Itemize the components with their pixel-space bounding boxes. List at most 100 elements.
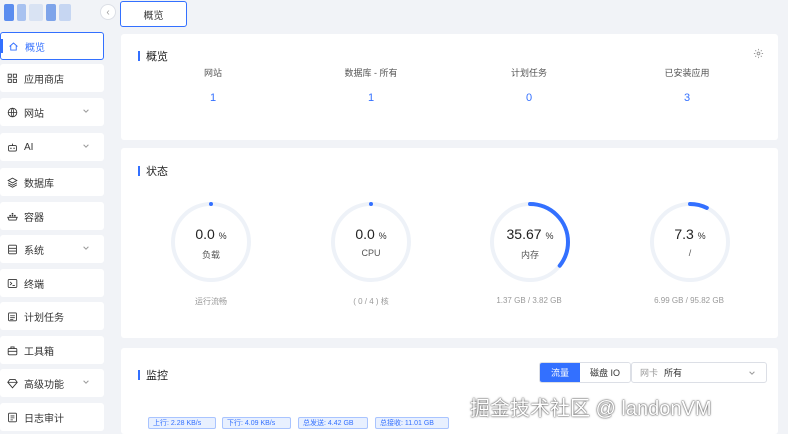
robot-icon: [6, 141, 18, 153]
stat-label: 网站: [203, 68, 222, 78]
sidebar-item-5[interactable]: 数据库: [0, 168, 104, 196]
gauge-label: CPU: [361, 248, 381, 258]
overview-card: 概览 网站 1 数据库 - 所有 1 计划任务 0 已安装应用 3: [121, 34, 778, 140]
gauge-value-row: 0.0 %: [169, 226, 253, 242]
sidebar-collapse-button[interactable]: ‹: [100, 4, 116, 20]
gauge-center: 35.67 % 内存: [488, 226, 572, 261]
home-icon: [7, 40, 19, 52]
sidebar-item-7[interactable]: 系统: [0, 235, 104, 263]
nic-select-prefix: 网卡: [640, 368, 659, 378]
container-icon: [6, 210, 18, 222]
stat-websites[interactable]: 网站 1: [123, 66, 303, 104]
sidebar-item-8[interactable]: 终端: [0, 269, 104, 297]
app-logo: [4, 4, 72, 21]
upload-speed-chip: 上行: 2.28 KB/s: [148, 417, 216, 429]
gauge-value: 0.0: [195, 226, 215, 242]
chevron-down-icon: [83, 109, 89, 113]
sidebar-item-label: 网站: [24, 108, 44, 120]
server-icon: [6, 243, 18, 255]
globe-icon: [6, 106, 18, 118]
sidebar-item-label: 计划任务: [24, 312, 64, 324]
gauge-footer: 6.99 GB / 95.82 GB: [654, 296, 724, 305]
gauge-value: 35.67: [506, 226, 542, 242]
stat-value[interactable]: 0: [439, 92, 619, 104]
status-gauge: 35.67 % 内存: [488, 200, 572, 284]
total-received-chip: 总接收: 11.01 GB: [375, 417, 449, 429]
watermark: 掘金技术社区 @ landonVM: [470, 398, 712, 420]
gauge-footer: 运行流畅: [195, 297, 227, 306]
diamond-icon: [6, 377, 18, 389]
gauge-label: /: [688, 248, 692, 258]
gauge-value-row: 7.3 %: [648, 226, 732, 242]
stat-label: 数据库 - 所有: [344, 68, 398, 78]
sidebar: 概览应用商店网站 AI 数据库容器系统终端计划任务工具箱高级功能日志审计: [0, 0, 104, 434]
chevron-down-icon: [83, 246, 89, 250]
sidebar-item-11[interactable]: 高级功能: [0, 369, 104, 397]
tab-bar: 概览: [120, 0, 788, 28]
gauge-center: 7.3 % /: [648, 226, 732, 258]
download-speed-chip: 下行: 4.09 KB/s: [222, 417, 291, 429]
sidebar-item-3[interactable]: 网站: [0, 98, 104, 126]
stat-value[interactable]: 1: [123, 92, 303, 104]
terminal-icon: [6, 277, 18, 289]
gauge-value-row: 0.0 %: [329, 226, 413, 242]
calendar-icon: [6, 310, 18, 322]
chevron-down-icon: [83, 144, 89, 148]
monitor-card: 监控 流量 磁盘 IO 网卡 所有 上行: 2.28 KB/s 下行: 4.09…: [121, 348, 778, 434]
gauge-value: 7.3: [674, 226, 694, 242]
toolbox-icon: [6, 344, 18, 356]
layers-icon: [6, 176, 18, 188]
nic-select[interactable]: 网卡 所有: [631, 362, 767, 383]
sidebar-item-label: 容器: [24, 212, 44, 224]
chevron-down-icon: [83, 380, 89, 384]
traffic-toggle-button[interactable]: 流量: [540, 363, 580, 382]
stat-value[interactable]: 3: [597, 92, 777, 104]
gauge-unit: %: [697, 231, 706, 241]
stat-value[interactable]: 1: [281, 92, 461, 104]
sidebar-item-label: 概览: [25, 42, 45, 54]
gauge-footer: 1.37 GB / 3.82 GB: [496, 296, 562, 305]
monitor-toggle: 流量 磁盘 IO: [539, 362, 631, 383]
sidebar-item-2[interactable]: 应用商店: [0, 64, 104, 92]
status-gauge: 0.0 % CPU: [329, 200, 413, 284]
sidebar-item-1[interactable]: 概览: [0, 32, 104, 60]
gauge-value: 0.0: [355, 226, 375, 242]
stat-label: 已安装应用: [664, 68, 710, 78]
tab-overview[interactable]: 概览: [120, 1, 187, 27]
chevron-down-icon: [749, 371, 755, 375]
status-gauge: 0.0 % 负载: [169, 200, 253, 284]
stat-databases[interactable]: 数据库 - 所有 1: [281, 66, 461, 104]
sidebar-item-4[interactable]: AI: [0, 133, 104, 161]
disk-io-toggle-button[interactable]: 磁盘 IO: [580, 363, 630, 382]
sidebar-item-label: 高级功能: [24, 379, 64, 391]
gauge-center: 0.0 % 负载: [169, 226, 253, 261]
log-icon: [6, 411, 18, 423]
sidebar-item-12[interactable]: 日志审计: [0, 403, 104, 431]
sidebar-item-label: 应用商店: [24, 74, 64, 86]
monitor-title: 监控: [138, 367, 168, 383]
sidebar-item-10[interactable]: 工具箱: [0, 336, 104, 364]
gear-icon[interactable]: [753, 48, 764, 59]
sidebar-item-label: 数据库: [24, 178, 54, 190]
gauge-unit: %: [545, 231, 554, 241]
status-title: 状态: [138, 163, 168, 179]
sidebar-item-label: 系统: [24, 245, 44, 257]
logo-row: [0, 0, 104, 28]
gauge-label: 内存: [520, 250, 539, 260]
sidebar-item-label: 终端: [24, 279, 44, 291]
grid-icon: [6, 72, 18, 84]
gauge-unit: %: [218, 231, 227, 241]
status-card: 状态 0.0 % 负载运行流畅 0.0 % CPU ( 0 / 4 ) 核 35.67 %…: [121, 148, 778, 338]
stat-label: 计划任务: [510, 68, 547, 78]
gauge-label: 负载: [201, 250, 220, 260]
sidebar-item-6[interactable]: 容器: [0, 202, 104, 230]
gauge-footer: ( 0 / 4 ) 核: [353, 297, 389, 306]
gauge-unit: %: [378, 231, 387, 241]
stat-installed-apps[interactable]: 已安装应用 3: [597, 66, 777, 104]
overview-title: 概览: [138, 48, 168, 64]
sidebar-item-label: AI: [24, 141, 34, 153]
sidebar-item-9[interactable]: 计划任务: [0, 302, 104, 330]
stat-cron-jobs[interactable]: 计划任务 0: [439, 66, 619, 104]
gauge-value-row: 35.67 %: [488, 226, 572, 242]
sidebar-item-label: 日志审计: [24, 413, 64, 425]
